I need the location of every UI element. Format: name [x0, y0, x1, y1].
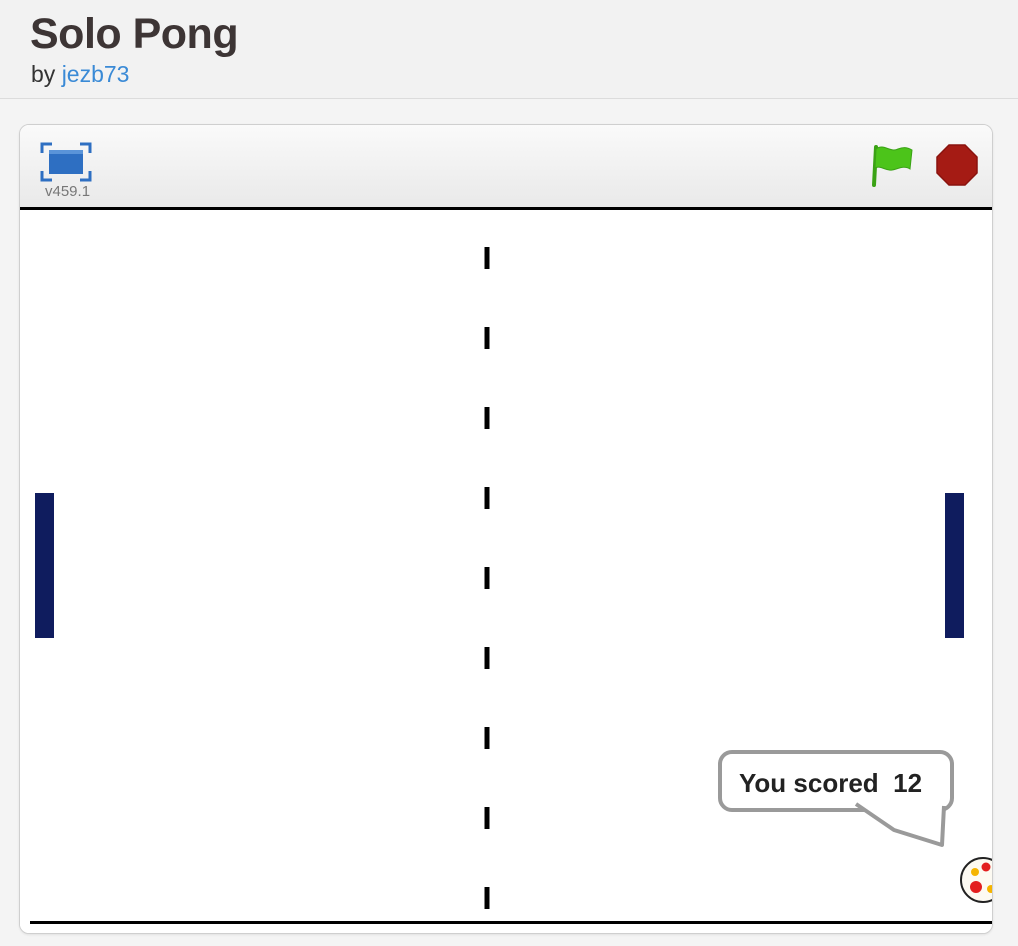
fullscreen-icon [40, 142, 92, 182]
green-flag-icon [872, 145, 913, 187]
stop-button[interactable] [935, 143, 979, 187]
by-label: by [31, 61, 56, 87]
bottom-wall [30, 921, 992, 924]
player-controls: v459.1 [20, 125, 992, 207]
right-paddle [945, 493, 964, 638]
game-stage[interactable]: You scored 12 [20, 207, 992, 933]
green-flag-button[interactable] [870, 143, 916, 187]
project-player: v459.1 You scored 12 [19, 124, 993, 934]
score-text: You scored 12 [739, 768, 923, 798]
project-page: Solo Pong by jezb73 v459.1 You scored 12 [0, 0, 1018, 946]
author-link[interactable]: jezb73 [62, 61, 130, 87]
project-header: Solo Pong by jezb73 [0, 0, 1018, 99]
speech-bubble-tail [849, 802, 946, 847]
left-paddle [35, 493, 54, 638]
project-title: Solo Pong [30, 10, 239, 58]
version-label: v459.1 [45, 183, 91, 200]
ball-sprite [960, 857, 992, 903]
stop-sign-icon [936, 144, 978, 186]
project-byline: by jezb73 [31, 61, 129, 88]
fullscreen-button[interactable] [40, 141, 92, 183]
